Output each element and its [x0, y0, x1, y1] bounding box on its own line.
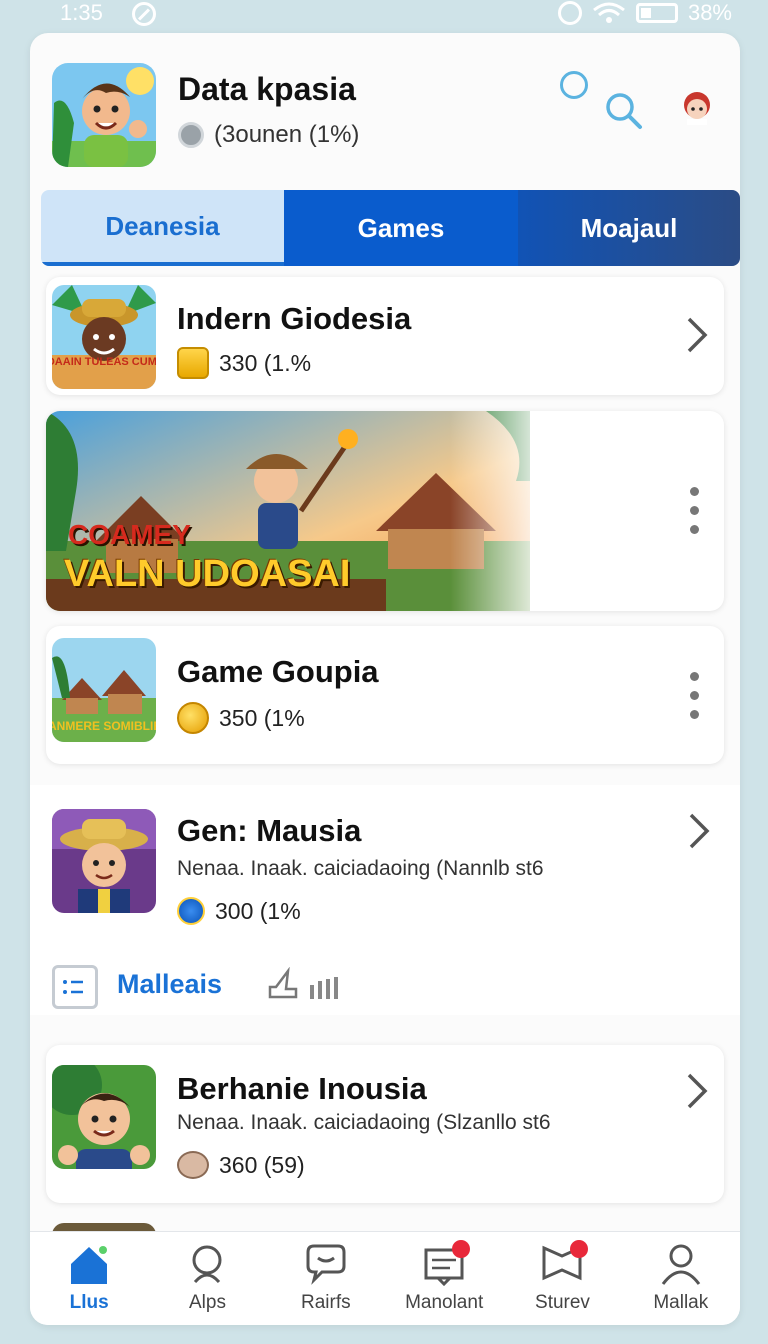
list-item[interactable]: GIDAAIN TULEAS CUMAK Indern Giodesia 330…: [46, 277, 724, 395]
nav-profile[interactable]: Mallak: [622, 1232, 740, 1325]
nav-label: Llus: [69, 1292, 109, 1313]
item-title: Gen: Mausia: [177, 813, 362, 848]
details-link[interactable]: Malleais: [117, 969, 222, 1000]
game-thumbnail: MANMERE SOMIBLIER: [52, 638, 156, 742]
like-icon[interactable]: [266, 967, 300, 1003]
nav-chats[interactable]: Rairfs: [267, 1232, 385, 1325]
nav-survey[interactable]: Sturev: [503, 1232, 621, 1325]
nav-inbox[interactable]: Manolant: [385, 1232, 503, 1325]
game-thumbnail: [52, 809, 156, 913]
apps-icon: [192, 1245, 222, 1284]
nav-label: Rairfs: [301, 1292, 351, 1313]
more-options-icon[interactable]: [690, 672, 700, 728]
game-thumbnail: [52, 1065, 156, 1169]
nav-label: Sturev: [535, 1292, 590, 1313]
notification-badge: [570, 1240, 589, 1258]
search-icon[interactable]: [604, 91, 644, 131]
nav-home[interactable]: Llus: [30, 1232, 148, 1325]
app-subtitle-text: (3ounen (1%): [214, 121, 360, 148]
tab-bar: Deanesia Games Moajaul: [41, 190, 740, 266]
item-description: Nenaa. Inaak. caiciadaoing (Nannlb st6: [177, 857, 544, 880]
vibrate-icon: [557, 1, 582, 25]
item-score: 330 (1.%: [219, 349, 312, 376]
item-score: 350 (1%: [219, 704, 305, 731]
status-bar: 1:35 38%: [0, 0, 768, 28]
more-options-icon[interactable]: [690, 487, 700, 543]
game-thumbnail: GIDAAIN TULEAS CUMAK: [52, 285, 156, 389]
item-title: Berhanie Inousia: [177, 1071, 427, 1106]
list-item[interactable]: Berhanie Inousia Nenaa. Inaak. caiciadao…: [46, 1045, 724, 1203]
notification-badge: [452, 1240, 471, 1258]
chat-icon: [306, 1244, 346, 1285]
tab-games[interactable]: Games: [284, 190, 518, 266]
chevron-right-icon[interactable]: [686, 317, 708, 353]
rating-icon[interactable]: [560, 71, 588, 99]
battery-percent: 38%: [687, 0, 732, 25]
bottom-nav: Llus Alps Rairfs Manolant Sturev Mallak: [30, 1231, 740, 1325]
status-time: 1:35: [60, 0, 103, 25]
list-icon[interactable]: [52, 965, 98, 1009]
item-meta: 350 (1%: [177, 702, 305, 734]
banner-line-2: VALN UDOASAI: [64, 553, 351, 595]
item-title: Game Goupia: [177, 654, 379, 689]
item-meta: 330 (1.%: [177, 347, 311, 379]
nav-label: Mallak: [653, 1292, 709, 1313]
thumb-caption-2: MANMERE SOMIBLIER: [52, 719, 156, 733]
app-window: Data kpasia (3ounen (1%) Deanesia Games …: [30, 33, 740, 1325]
coin-icon: [177, 347, 209, 379]
list-item[interactable]: MANMERE SOMIBLIER Game Goupia 350 (1%: [46, 626, 724, 764]
profile-avatar-icon[interactable]: [680, 91, 714, 125]
item-description: Nenaa. Inaak. caiciadaoing (Slzanllo st6: [177, 1111, 551, 1134]
tab-deanesia[interactable]: Deanesia: [41, 190, 284, 266]
status-right: 38%: [557, 0, 732, 26]
avatar-coin-icon: [177, 1151, 209, 1179]
battery-icon: [635, 3, 678, 23]
app-subtitle: (3ounen (1%): [178, 121, 359, 149]
home-icon: [71, 1246, 108, 1284]
app-avatar[interactable]: [52, 63, 156, 167]
item-title: Indern Giodesia: [177, 301, 412, 336]
item-meta: 300 (1%: [177, 897, 301, 925]
nav-label: Manolant: [405, 1292, 484, 1313]
stats-icon[interactable]: [310, 977, 340, 999]
do-not-disturb-icon: [132, 2, 156, 26]
coin-icon: [177, 702, 209, 734]
chevron-right-icon[interactable]: [686, 1073, 708, 1109]
settings-badge-icon: [178, 122, 204, 148]
promo-banner[interactable]: COAMEY VALN UDOASAI: [46, 411, 724, 611]
profile-icon: [661, 1244, 700, 1285]
thumb-caption-1: GIDAAIN TULEAS CUMAK: [52, 356, 156, 368]
app-title: Data kpasia: [178, 71, 356, 107]
item-actions: Malleais: [52, 963, 392, 1013]
banner-fade: [450, 411, 550, 611]
coin-icon: [177, 897, 205, 925]
item-meta: 360 (59): [177, 1151, 305, 1179]
nav-label: Alps: [189, 1292, 226, 1313]
banner-line-1: COAMEY: [68, 519, 191, 550]
item-score: 360 (59): [219, 1151, 305, 1178]
nav-apps[interactable]: Alps: [148, 1232, 266, 1325]
wifi-icon: [593, 2, 625, 23]
item-score: 300 (1%: [215, 897, 301, 924]
chevron-right-icon[interactable]: [688, 813, 710, 849]
tab-moajaul[interactable]: Moajaul: [518, 190, 740, 266]
